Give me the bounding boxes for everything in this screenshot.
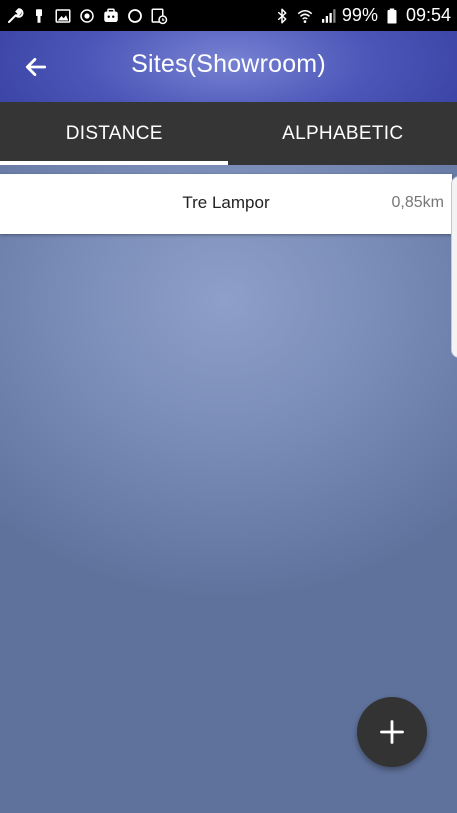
site-name: Tre Lampor [182, 193, 270, 212]
circle-icon [126, 7, 144, 25]
app-screen: 99% 09:54 Sites(Showroom) DISTANCE ALPHA… [0, 0, 457, 813]
edge-panel-handle[interactable] [451, 176, 457, 358]
plus-icon [380, 720, 404, 744]
wifi-icon [296, 7, 314, 25]
briefcase-icon [102, 7, 120, 25]
status-bar: 99% 09:54 [0, 0, 457, 31]
target-icon [78, 7, 96, 25]
signal-icon [319, 7, 337, 25]
tab-distance[interactable]: DISTANCE [0, 102, 229, 165]
status-right-icons: 99% 09:54 [273, 5, 451, 26]
battery-percentage: 99% [341, 5, 378, 25]
tab-bar: DISTANCE ALPHABETIC [0, 102, 457, 165]
tab-alphabetic-label: ALPHABETIC [282, 122, 404, 144]
wrench-icon [6, 7, 24, 25]
page-title: Sites(Showroom) [131, 50, 326, 78]
tab-distance-label: DISTANCE [65, 122, 163, 144]
site-distance: 0,85km [391, 194, 444, 211]
usb-icon [30, 7, 48, 25]
selected-tab-indicator [0, 161, 228, 165]
tab-alphabetic[interactable]: ALPHABETIC [229, 102, 457, 165]
app-bar: Sites(Showroom) [0, 31, 457, 102]
add-site-button[interactable] [357, 697, 427, 767]
bluetooth-icon [273, 7, 291, 25]
clock: 09:54 [405, 5, 451, 25]
status-left-icons [6, 7, 168, 25]
calendar-clock-icon [150, 7, 168, 25]
image-icon [54, 7, 72, 25]
site-list-item[interactable]: Tre Lampor 0,85km [0, 174, 452, 234]
battery-icon [383, 7, 401, 25]
